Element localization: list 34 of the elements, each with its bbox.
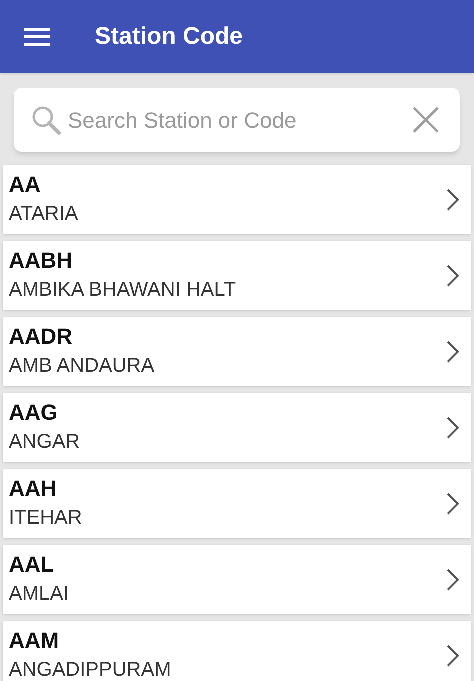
search-field[interactable]: Search Station or Code	[14, 88, 460, 152]
chevron-right-icon	[447, 644, 459, 666]
chevron-right-icon	[447, 340, 459, 362]
station-row[interactable]: AA ATARIA	[3, 165, 471, 234]
station-code: AAL	[9, 550, 56, 578]
chevron-right-icon	[447, 264, 459, 286]
search-input[interactable]: Search Station or Code	[68, 104, 412, 136]
station-code: AADR	[9, 322, 74, 350]
station-name: ATARIA	[9, 202, 80, 226]
station-name: AMLAI	[9, 582, 70, 606]
menu-icon[interactable]	[24, 26, 50, 46]
chevron-right-icon	[447, 492, 459, 514]
station-name: AMBIKA BHAWANI HALT	[9, 278, 238, 302]
station-code: AABH	[9, 246, 74, 274]
station-row[interactable]: AAH ITEHAR	[3, 469, 471, 538]
station-name: ANGADIPPURAM	[9, 658, 172, 681]
station-code: AAH	[9, 474, 58, 502]
station-name: ANGAR	[9, 430, 82, 454]
station-name: AMB ANDAURA	[9, 354, 156, 378]
chevron-right-icon	[447, 416, 459, 438]
search-icon	[30, 104, 62, 136]
chevron-right-icon	[447, 568, 459, 590]
station-name: ITEHAR	[9, 506, 84, 530]
station-code: AAM	[9, 626, 60, 654]
station-row[interactable]: AAM ANGADIPPURAM	[3, 621, 471, 681]
station-row[interactable]: AAL AMLAI	[3, 545, 471, 614]
app-title: Station Code	[95, 22, 243, 52]
station-row[interactable]: AABH AMBIKA BHAWANI HALT	[3, 241, 471, 310]
chevron-right-icon	[447, 188, 459, 210]
station-code: AAG	[9, 398, 59, 426]
station-code: AA	[9, 170, 42, 198]
close-icon[interactable]	[412, 106, 440, 134]
station-row[interactable]: AADR AMB ANDAURA	[3, 317, 471, 386]
station-row[interactable]: AAG ANGAR	[3, 393, 471, 462]
